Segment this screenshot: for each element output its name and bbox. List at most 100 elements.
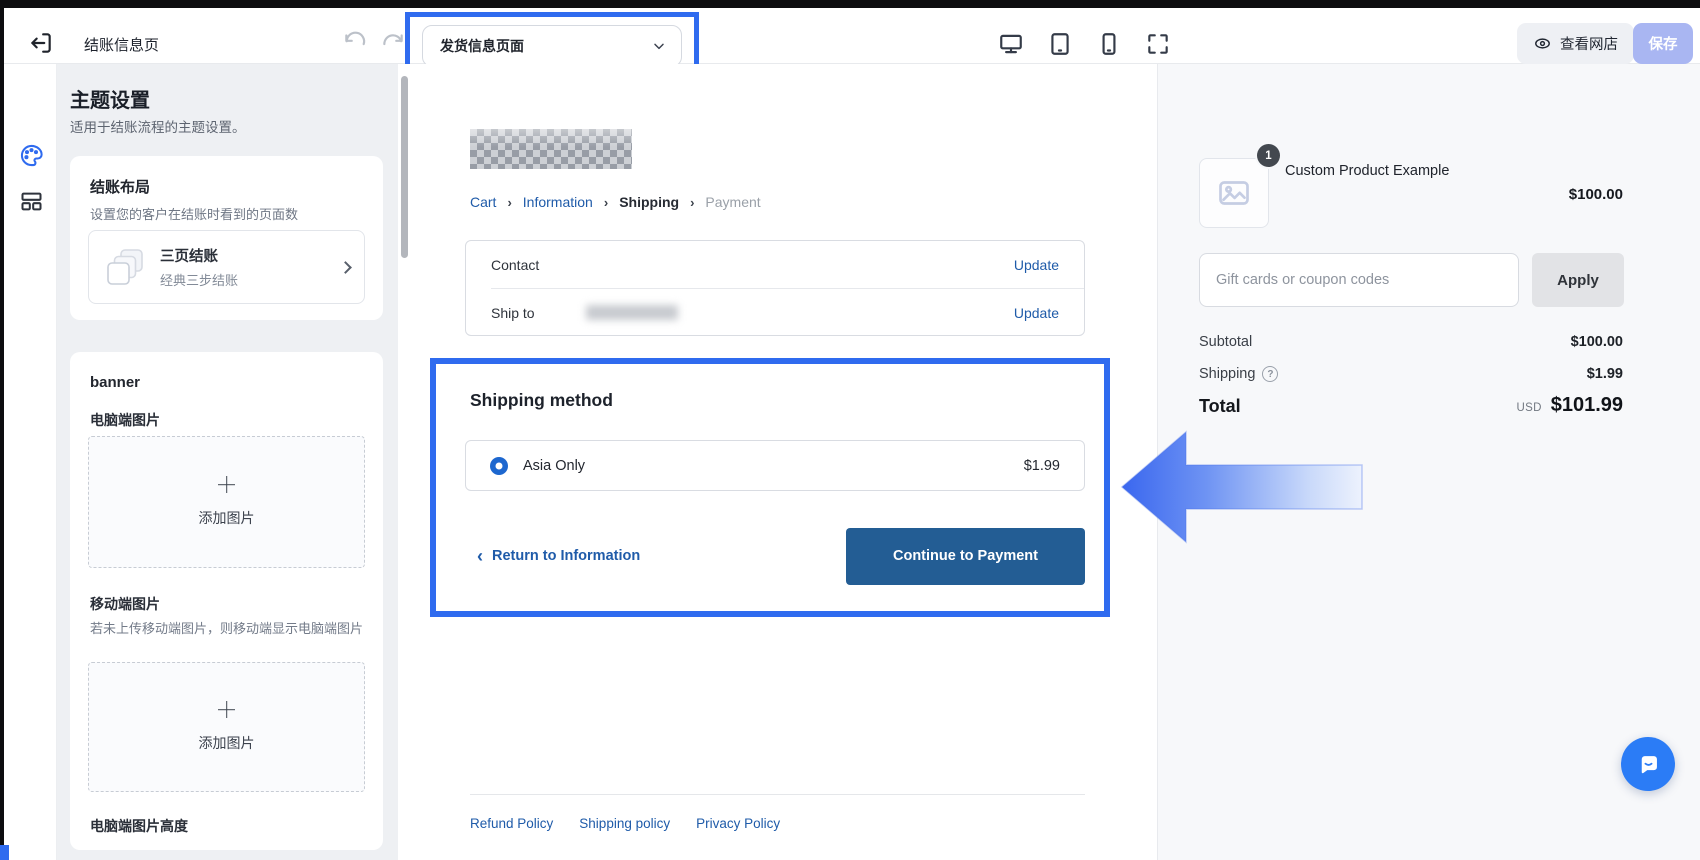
view-store-button[interactable]: 查看网店 (1517, 23, 1634, 64)
shipping-method-highlight-box: Shipping method Asia Only $1.99 Return t… (430, 358, 1110, 617)
checkout-layout-card: 结账布局 设置您的客户在结账时看到的页面数 三页结账 经典三步结账 (70, 156, 383, 320)
shipping-value: $1.99 (1587, 366, 1623, 382)
breadcrumb-payment: Payment (705, 194, 760, 210)
breadcrumb: Cart Information Shipping Payment (470, 194, 761, 210)
three-page-checkout-option[interactable]: 三页结账 经典三步结账 (88, 230, 365, 304)
exit-icon (28, 30, 56, 56)
add-image-label: 添加图片 (199, 508, 255, 528)
undo-icon (342, 30, 368, 56)
banner-settings-card: banner 电脑端图片 添加图片 移动端图片 若未上传移动端图片，则移动端显示… (70, 352, 383, 850)
device-preview-switcher (998, 31, 1171, 57)
product-name: Custom Product Example (1285, 163, 1449, 179)
breadcrumb-separator-icon (507, 195, 511, 210)
privacy-policy-link[interactable]: Privacy Policy (696, 816, 780, 831)
chevron-left-icon (477, 547, 483, 566)
sections-tab[interactable] (18, 188, 45, 215)
subtotal-label: Subtotal (1199, 334, 1252, 350)
annotation-arrow-left-icon (1118, 428, 1366, 546)
shipping-method-title: Shipping method (470, 390, 613, 411)
editor-window: 结账信息页 发货信息页面 (0, 0, 1700, 860)
footer-divider (470, 794, 1085, 795)
fullscreen-icon (1145, 31, 1171, 57)
layout-blocks-icon (18, 188, 45, 215)
apply-coupon-button[interactable]: Apply (1532, 253, 1624, 307)
page-selector[interactable]: 发货信息页面 (422, 25, 682, 67)
chat-widget-button[interactable] (1621, 737, 1675, 791)
product-price: $100.00 (1569, 186, 1623, 203)
currency-code: USD (1517, 402, 1542, 414)
sidebar-scrollbar-thumb[interactable] (401, 76, 408, 258)
help-icon[interactable] (1262, 366, 1278, 382)
theme-settings-panel: 主题设置 适用于结账流程的主题设置。 结账布局 设置您的客户在结账时看到的页面数… (57, 64, 398, 860)
view-store-label: 查看网店 (1560, 33, 1618, 54)
plus-icon (218, 476, 235, 493)
subtotal-value: $100.00 (1571, 334, 1623, 350)
tablet-preview-button[interactable] (1047, 31, 1073, 57)
shipping-label-text: Shipping (1199, 366, 1255, 382)
panel-subheading: 适用于结账流程的主题设置。 (70, 116, 246, 136)
policy-links: Refund Policy Shipping policy Privacy Po… (470, 816, 780, 831)
add-mobile-image-dropzone[interactable]: 添加图片 (88, 662, 365, 792)
ship-to-label: Ship to (491, 305, 586, 321)
contact-label: Contact (491, 257, 586, 273)
palette-icon (18, 142, 45, 169)
add-image-label: 添加图片 (199, 733, 255, 753)
mobile-image-label: 移动端图片 (90, 594, 160, 614)
update-contact-link[interactable]: Update (1014, 257, 1059, 273)
desktop-preview-button[interactable] (998, 31, 1024, 57)
desktop-icon (998, 31, 1024, 57)
chat-bubble-icon (1635, 751, 1662, 778)
redo-icon (380, 30, 406, 56)
shipping-option-asia-only[interactable]: Asia Only $1.99 (465, 440, 1085, 491)
chevron-right-icon (339, 261, 352, 274)
add-desktop-image-dropzone[interactable]: 添加图片 (88, 436, 365, 568)
tablet-icon (1047, 31, 1073, 57)
editor-icon-rail (4, 64, 57, 860)
breadcrumb-information[interactable]: Information (523, 194, 593, 210)
panel-heading: 主题设置 (70, 84, 150, 113)
undo-button[interactable] (342, 30, 368, 56)
item-quantity-badge: 1 (1257, 144, 1280, 167)
shipping-option-price: $1.99 (1024, 458, 1060, 474)
shipping-label: Shipping (1199, 366, 1278, 382)
breadcrumb-cart[interactable]: Cart (470, 194, 496, 210)
save-button[interactable]: 保存 (1633, 23, 1693, 64)
shipping-policy-link[interactable]: Shipping policy (579, 816, 670, 831)
desktop-image-height-label: 电脑端图片高度 (90, 816, 188, 836)
layout-card-description: 设置您的客户在结账时看到的页面数 (90, 204, 298, 223)
shipping-option-name: Asia Only (523, 458, 1009, 474)
breadcrumb-shipping: Shipping (619, 194, 679, 210)
mobile-icon (1096, 31, 1122, 57)
redo-button[interactable] (380, 30, 406, 56)
update-ship-to-link[interactable]: Update (1014, 305, 1059, 321)
sidebar-scrollbar-track[interactable] (398, 64, 411, 860)
corner-highlight-fragment (0, 845, 9, 860)
refund-policy-link[interactable]: Refund Policy (470, 816, 553, 831)
image-placeholder-icon (1216, 175, 1252, 211)
breadcrumb-separator-icon (690, 195, 694, 210)
page-selector-value: 发货信息页面 (440, 36, 651, 56)
layout-card-title: 结账布局 (90, 176, 150, 197)
total-group: USD $101.99 (1517, 394, 1623, 417)
banner-card-title: banner (90, 374, 140, 391)
mobile-image-note: 若未上传移动端图片，则移动端显示电脑端图片 (90, 618, 366, 641)
plus-icon (218, 701, 235, 718)
return-to-information-link[interactable]: Return to Information (477, 547, 640, 566)
mobile-preview-button[interactable] (1096, 31, 1122, 57)
eye-icon (1533, 34, 1552, 53)
product-thumbnail (1199, 158, 1269, 228)
continue-to-payment-button[interactable]: Continue to Payment (846, 528, 1085, 585)
topbar: 结账信息页 发货信息页面 (4, 8, 1700, 64)
fullscreen-preview-button[interactable] (1145, 31, 1171, 57)
store-name-censored (470, 129, 632, 169)
layout-option-title: 三页结账 (160, 245, 328, 266)
theme-settings-tab[interactable] (18, 142, 45, 169)
contact-row: Contact Update (466, 241, 1084, 288)
exit-editor-button[interactable] (28, 30, 56, 58)
coupon-code-input[interactable] (1199, 253, 1519, 307)
radio-selected-icon[interactable] (490, 457, 508, 475)
total-label: Total (1199, 396, 1241, 417)
return-link-label: Return to Information (492, 548, 640, 564)
desktop-image-label: 电脑端图片 (90, 410, 160, 430)
ship-to-address-censored (586, 305, 678, 320)
